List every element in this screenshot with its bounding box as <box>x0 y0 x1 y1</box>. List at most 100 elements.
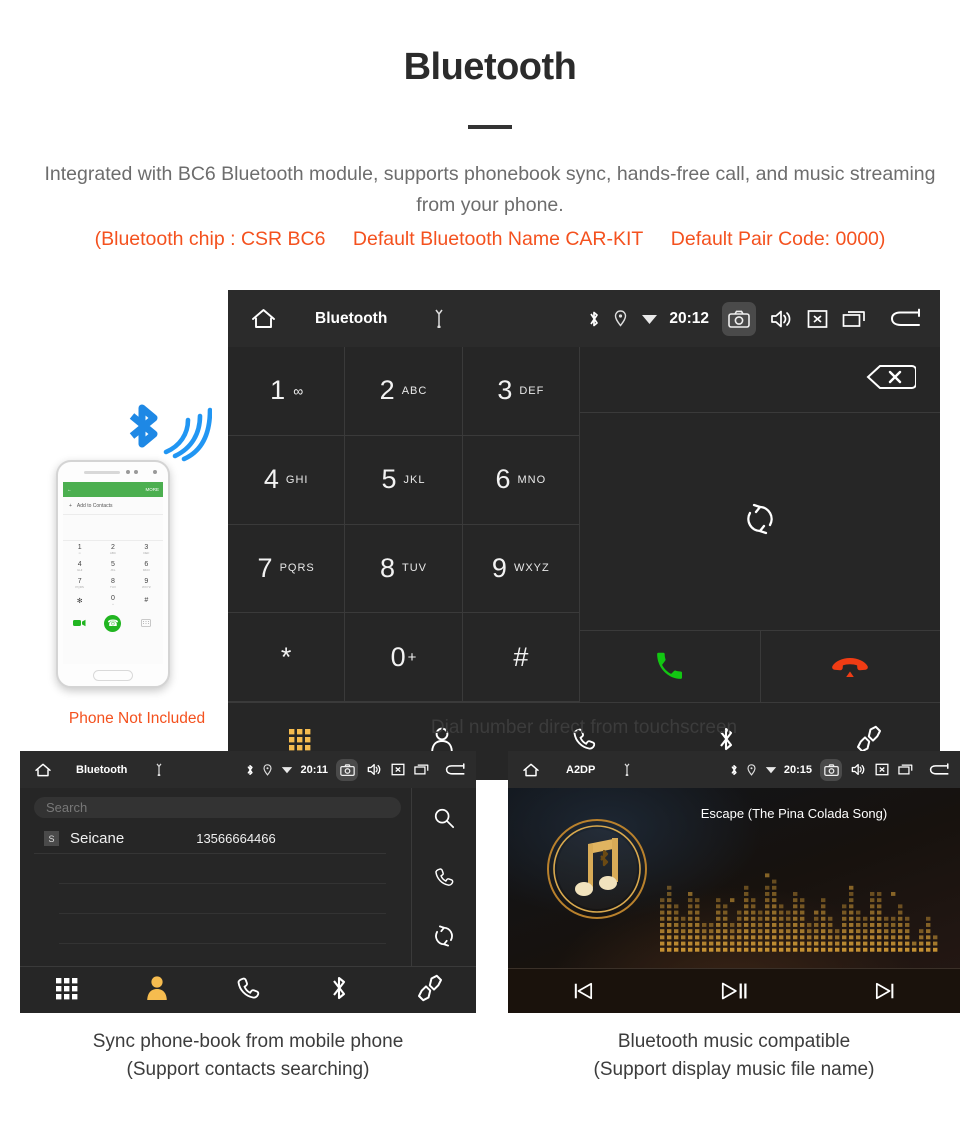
plus-icon: + <box>69 502 72 509</box>
location-pin-icon <box>263 763 273 776</box>
dial-key-letters: DEF <box>519 384 545 397</box>
dial-key-0[interactable]: 0 + <box>345 613 463 702</box>
skip-previous-icon[interactable] <box>508 969 659 1013</box>
spec-name: Default Bluetooth Name CAR-KIT <box>352 228 644 250</box>
close-box-icon[interactable] <box>391 763 405 776</box>
phonebook-caption: Sync phone-book from mobile phone (Suppo… <box>20 1028 476 1084</box>
camera-icon[interactable] <box>722 301 756 336</box>
spec-paircode: Default Pair Code: 0000) <box>670 228 886 250</box>
sync-icon[interactable] <box>744 503 776 540</box>
dial-key-plus: + <box>407 648 417 666</box>
volume-icon[interactable] <box>367 763 382 776</box>
camera-icon[interactable] <box>820 758 842 781</box>
dial-key-letters: MNO <box>517 473 547 486</box>
hangup-button[interactable] <box>761 631 941 702</box>
dialer-statusbar: Bluetooth 20:12 <box>228 290 940 347</box>
table-row <box>59 914 386 944</box>
phonebook-caption-line2: (Support contacts searching) <box>126 1059 370 1080</box>
dial-key-6[interactable]: 6 MNO <box>462 435 580 525</box>
dialer-screen: Bluetooth 20:12 1 ∞ 2 ABC 3 DEF 4 GHI 5 … <box>228 290 940 780</box>
dialer-right-pane <box>580 347 940 702</box>
dial-key-hash[interactable]: # <box>462 613 580 702</box>
call-button[interactable] <box>580 631 761 702</box>
home-icon[interactable] <box>250 307 277 330</box>
dial-key-9[interactable]: 9 WXYZ <box>462 524 580 614</box>
tab-contacts[interactable] <box>111 974 202 1006</box>
dialer-clock: 20:12 <box>669 309 709 327</box>
phonebook-screen: Bluetooth 20:11 Search S Seicane 1356666… <box>20 751 476 1013</box>
dial-key-star[interactable]: * <box>228 613 346 702</box>
audio-spectrum-visualizer <box>660 873 938 952</box>
phone-mock-key: 0 + <box>96 592 129 609</box>
phone-handset-icon[interactable] <box>412 847 476 906</box>
tab-bluetooth[interactable] <box>294 974 385 1007</box>
table-row[interactable]: S Seicane 13566664466 <box>34 824 386 854</box>
dialer-title: Bluetooth <box>315 309 388 327</box>
phone-action-row: ☎ <box>63 609 163 637</box>
play-pause-icon[interactable] <box>659 969 810 1013</box>
smartphone-mock: ← MORE + Add to Contacts 1 ∞ 2 ABC 3 DEF 4 GHI 5… <box>56 460 170 688</box>
sync-icon[interactable] <box>412 907 476 966</box>
phone-earpiece <box>84 471 120 474</box>
music-screen: A2DP 20:15 Escape (The Pina Colada Song) <box>508 751 960 1013</box>
tab-pair[interactable] <box>385 974 476 1007</box>
dial-key-1[interactable]: 1 ∞ <box>228 347 346 436</box>
dial-key-2[interactable]: 2 ABC <box>345 347 463 436</box>
dial-key-number: 5 <box>381 464 397 495</box>
dial-key-number: 6 <box>495 464 511 495</box>
dial-key-4[interactable]: 4 GHI <box>228 435 346 525</box>
home-icon[interactable] <box>34 762 52 778</box>
tab-call-log[interactable] <box>202 975 293 1006</box>
phone-mock-key-letters: MNO <box>142 568 150 572</box>
keypad-icon <box>53 975 79 1006</box>
dial-key-8[interactable]: 8 TUV <box>345 524 463 614</box>
recents-icon[interactable] <box>898 763 913 776</box>
tab-keypad[interactable] <box>20 975 111 1006</box>
dial-key-5[interactable]: 5 JKL <box>345 435 463 525</box>
back-icon[interactable] <box>890 308 922 330</box>
dial-key-3[interactable]: 3 DEF <box>462 347 580 436</box>
phone-mock-key-number: 8 <box>111 578 115 585</box>
volume-icon[interactable] <box>851 763 866 776</box>
search-placeholder: Search <box>46 800 88 815</box>
phone-camera <box>153 470 157 474</box>
phonebook-statusbar: Bluetooth 20:11 <box>20 751 476 788</box>
recents-icon[interactable] <box>414 763 429 776</box>
close-box-icon[interactable] <box>875 763 889 776</box>
dial-key-letters: PQRS <box>279 562 315 575</box>
phone-mock-key-number: ✻ <box>76 597 83 605</box>
back-icon[interactable] <box>929 762 950 777</box>
volume-icon[interactable] <box>770 309 793 329</box>
phone-handset-icon <box>235 975 261 1006</box>
phone-mock-key-number: 2 <box>111 544 115 551</box>
music-title: A2DP <box>566 763 596 776</box>
spec-line: (Bluetooth chip : CSR BC6 Default Blueto… <box>0 228 980 251</box>
close-box-icon[interactable] <box>807 309 828 329</box>
dialpad: 1 ∞ 2 ABC 3 DEF 4 GHI 5 JKL 6 MNO 7 PQRS 8 TUV 9 WXYZ * 0 + # <box>228 347 580 702</box>
search-icon[interactable] <box>412 788 476 847</box>
recents-icon[interactable] <box>842 309 866 329</box>
contact-name: Seicane <box>70 830 125 847</box>
dial-key-number: 2 <box>379 375 395 406</box>
dial-key-letters: ABC <box>401 384 428 397</box>
dial-key-7[interactable]: 7 PQRS <box>228 524 346 614</box>
title-divider <box>468 125 512 129</box>
phone-mock-key-letters: ABC <box>109 551 117 555</box>
music-controls <box>508 968 960 1013</box>
back-icon[interactable] <box>445 762 466 777</box>
location-pin-icon <box>614 310 627 327</box>
phone-sensor <box>134 470 138 474</box>
phone-mock-key: 2 ABC <box>96 541 129 558</box>
camera-icon[interactable] <box>336 758 358 781</box>
phone-app-bar: ← MORE <box>63 482 163 497</box>
skip-next-icon[interactable] <box>809 969 960 1013</box>
phone-back-arrow: ← <box>67 487 72 492</box>
phone-mock-key-number: 0 <box>111 595 115 602</box>
dial-key-number: 4 <box>263 464 279 495</box>
phone-mock-key-letters: PQRS <box>75 585 84 589</box>
home-icon[interactable] <box>522 762 540 778</box>
phone-home-button <box>93 670 133 681</box>
search-input[interactable]: Search <box>34 797 401 818</box>
backspace-icon[interactable] <box>866 364 917 395</box>
phonebook-title: Bluetooth <box>76 763 128 776</box>
